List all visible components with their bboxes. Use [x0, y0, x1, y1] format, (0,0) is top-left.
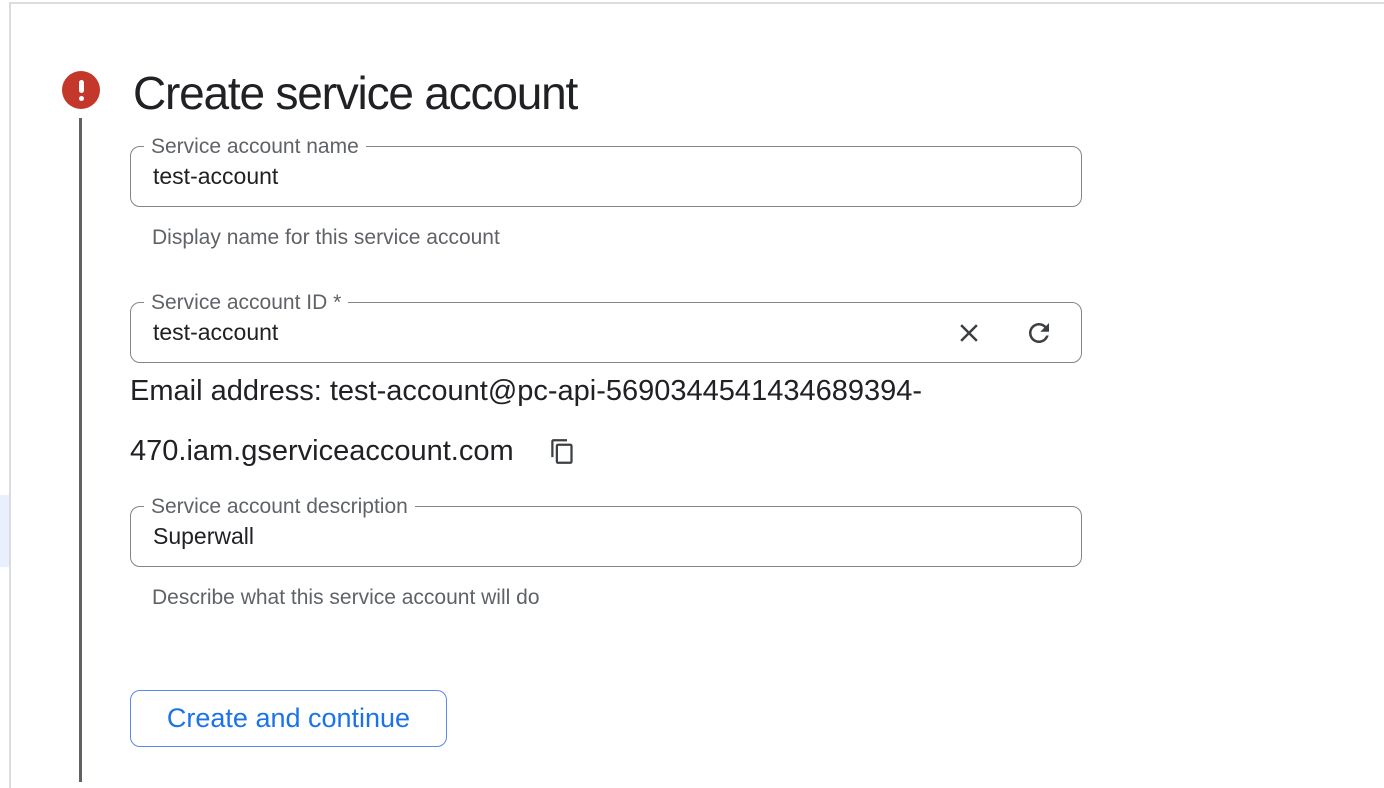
service-account-name-input[interactable] [131, 147, 1081, 206]
service-account-id-input[interactable] [131, 303, 1081, 362]
clear-icon[interactable] [954, 318, 984, 348]
email-address-line2: 470.iam.gserviceaccount.com [130, 421, 1090, 481]
refresh-icon[interactable] [1024, 318, 1054, 348]
content-copy-icon[interactable] [548, 436, 578, 466]
left-panel-divider [9, 2, 11, 788]
service-account-id-field: Service account ID * [130, 302, 1082, 363]
top-divider [10, 2, 1384, 4]
error-status-icon [62, 71, 100, 109]
email-address-line1: Email address: test-account@pc-api-56903… [130, 361, 1090, 421]
exclamation-dot [79, 96, 84, 101]
id-field-actions [954, 303, 1054, 362]
service-account-description-input[interactable] [131, 507, 1081, 566]
email-address-line2-text: 470.iam.gserviceaccount.com [130, 435, 514, 468]
create-and-continue-button[interactable]: Create and continue [130, 690, 447, 747]
service-account-description-helper: Describe what this service account will … [152, 586, 540, 610]
email-address-block: Email address: test-account@pc-api-56903… [130, 361, 1090, 481]
stepper-line [79, 118, 82, 782]
service-account-description-field: Service account description [130, 506, 1082, 567]
page-title: Create service account [133, 69, 577, 117]
service-account-name-helper: Display name for this service account [152, 226, 500, 250]
service-account-name-field: Service account name [130, 146, 1082, 207]
create-service-account-page: Create service account Service account n… [0, 0, 1384, 788]
exclamation-bar [79, 80, 84, 93]
left-edge-highlight [0, 495, 9, 567]
